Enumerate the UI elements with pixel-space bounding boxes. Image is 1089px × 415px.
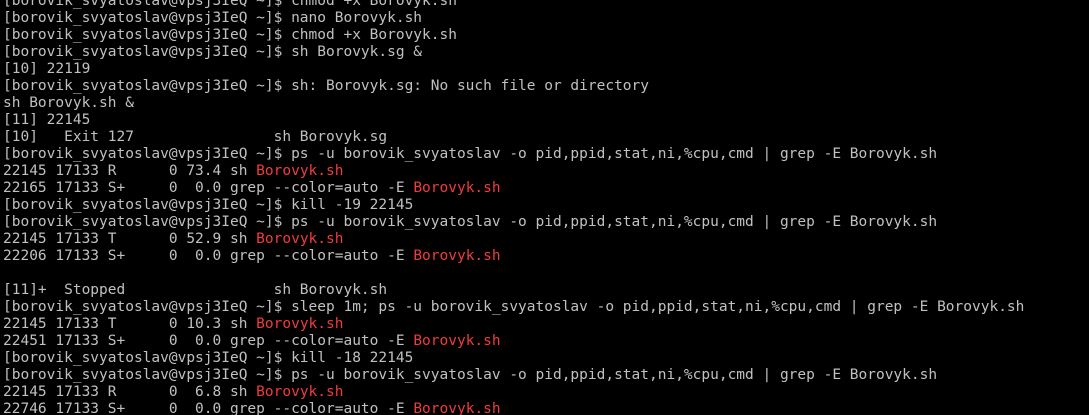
terminal-line: [borovik_svyatoslav@vpsj3IeQ ~]$ kill -1… bbox=[3, 197, 1024, 214]
terminal-text: [11]+ Stopped sh Borovyk.sh bbox=[3, 282, 388, 298]
terminal-text: 22746 17133 S+ 0 0.0 grep --color=auto -… bbox=[3, 401, 414, 415]
terminal-line: 22145 17133 R 0 73.4 sh Borovyk.sh bbox=[3, 163, 1024, 180]
terminal-line: 22145 17133 R 0 6.8 sh Borovyk.sh bbox=[3, 384, 1024, 401]
terminal-line: [11]+ Stopped sh Borovyk.sh bbox=[3, 282, 1024, 299]
terminal-text: 22451 17133 S+ 0 0.0 grep --color=auto -… bbox=[3, 333, 414, 349]
terminal-text: 22145 17133 R 0 6.8 sh bbox=[3, 384, 257, 400]
terminal-text: 22206 17133 S+ 0 0.0 grep --color=auto -… bbox=[3, 248, 414, 264]
grep-match-highlight: Borovyk.sh bbox=[413, 333, 501, 349]
terminal-line: [borovik_svyatoslav@vpsj3IeQ ~]$ ps -u b… bbox=[3, 214, 1024, 231]
terminal-line: 22165 17133 S+ 0 0.0 grep --color=auto -… bbox=[3, 180, 1024, 197]
terminal-line: 22145 17133 T 0 52.9 sh Borovyk.sh bbox=[3, 231, 1024, 248]
terminal-text: [borovik_svyatoslav@vpsj3IeQ ~]$ kill -1… bbox=[3, 350, 414, 366]
terminal-line: [10] 22119 bbox=[3, 61, 1024, 78]
grep-match-highlight: Borovyk.sh bbox=[413, 248, 501, 264]
terminal-text: 22145 17133 T 0 52.9 sh bbox=[3, 231, 257, 247]
terminal-text: [borovik_svyatoslav@vpsj3IeQ ~]$ sh: Bor… bbox=[3, 78, 650, 94]
grep-match-highlight: Borovyk.sh bbox=[256, 163, 344, 179]
terminal-text: [10] Exit 127 sh Borovyk.sg bbox=[3, 129, 388, 145]
terminal-text: [borovik_svyatoslav@vpsj3IeQ ~]$ sh Boro… bbox=[3, 44, 423, 60]
terminal-text: [borovik_svyatoslav@vpsj3IeQ ~]$ chmod +… bbox=[3, 0, 457, 9]
terminal-line: [borovik_svyatoslav@vpsj3IeQ ~]$ chmod +… bbox=[3, 0, 1024, 10]
terminal-text: [borovik_svyatoslav@vpsj3IeQ ~]$ nano Bo… bbox=[3, 10, 423, 26]
terminal-window[interactable]: [borovik_svyatoslav@vpsj3IeQ ~]$ chmod +… bbox=[0, 0, 1089, 415]
terminal-line: [10] Exit 127 sh Borovyk.sg bbox=[3, 129, 1024, 146]
terminal-text: [borovik_svyatoslav@vpsj3IeQ ~]$ ps -u b… bbox=[3, 146, 938, 162]
terminal-text: 22145 17133 R 0 73.4 sh bbox=[3, 163, 257, 179]
terminal-text: 22165 17133 S+ 0 0.0 grep --color=auto -… bbox=[3, 180, 414, 196]
grep-match-highlight: Borovyk.sh bbox=[256, 384, 344, 400]
terminal-text: sh Borovyk.sh & bbox=[3, 95, 134, 111]
grep-match-highlight: Borovyk.sh bbox=[413, 401, 501, 415]
terminal-text: [borovik_svyatoslav@vpsj3IeQ ~]$ kill -1… bbox=[3, 197, 414, 213]
grep-match-highlight: Borovyk.sh bbox=[256, 316, 344, 332]
terminal-line: [borovik_svyatoslav@vpsj3IeQ ~]$ nano Bo… bbox=[3, 10, 1024, 27]
terminal-line: [11] 22145 bbox=[3, 112, 1024, 129]
terminal-line: 22746 17133 S+ 0 0.0 grep --color=auto -… bbox=[3, 401, 1024, 415]
terminal-line: [borovik_svyatoslav@vpsj3IeQ ~]$ ps -u b… bbox=[3, 146, 1024, 163]
terminal-line: [borovik_svyatoslav@vpsj3IeQ ~]$ ps -u b… bbox=[3, 367, 1024, 384]
terminal-text: [11] 22145 bbox=[3, 112, 91, 128]
terminal-line: 22145 17133 T 0 10.3 sh Borovyk.sh bbox=[3, 316, 1024, 333]
terminal-line: [borovik_svyatoslav@vpsj3IeQ ~]$ sh Boro… bbox=[3, 44, 1024, 61]
terminal-text: [borovik_svyatoslav@vpsj3IeQ ~]$ chmod +… bbox=[3, 27, 457, 43]
terminal-line: [borovik_svyatoslav@vpsj3IeQ ~]$ sleep 1… bbox=[3, 299, 1024, 316]
terminal-text: [borovik_svyatoslav@vpsj3IeQ ~]$ ps -u b… bbox=[3, 214, 938, 230]
terminal-line: 22451 17133 S+ 0 0.0 grep --color=auto -… bbox=[3, 333, 1024, 350]
terminal-text: 22145 17133 T 0 10.3 sh bbox=[3, 316, 257, 332]
terminal-line: 22206 17133 S+ 0 0.0 grep --color=auto -… bbox=[3, 248, 1024, 265]
terminal-text: [10] 22119 bbox=[3, 61, 91, 77]
terminal-line: [borovik_svyatoslav@vpsj3IeQ ~]$ chmod +… bbox=[3, 27, 1024, 44]
grep-match-highlight: Borovyk.sh bbox=[256, 231, 344, 247]
terminal-text: [borovik_svyatoslav@vpsj3IeQ ~]$ ps -u b… bbox=[3, 367, 938, 383]
terminal-text: [borovik_svyatoslav@vpsj3IeQ ~]$ sleep 1… bbox=[3, 299, 1025, 315]
terminal-output: [borovik_svyatoslav@vpsj3IeQ ~]$ chmod +… bbox=[3, 0, 1024, 415]
terminal-line: [borovik_svyatoslav@vpsj3IeQ ~]$ sh: Bor… bbox=[3, 78, 1024, 95]
terminal-line: [borovik_svyatoslav@vpsj3IeQ ~]$ kill -1… bbox=[3, 350, 1024, 367]
grep-match-highlight: Borovyk.sh bbox=[413, 180, 501, 196]
terminal-line: sh Borovyk.sh & bbox=[3, 95, 1024, 112]
